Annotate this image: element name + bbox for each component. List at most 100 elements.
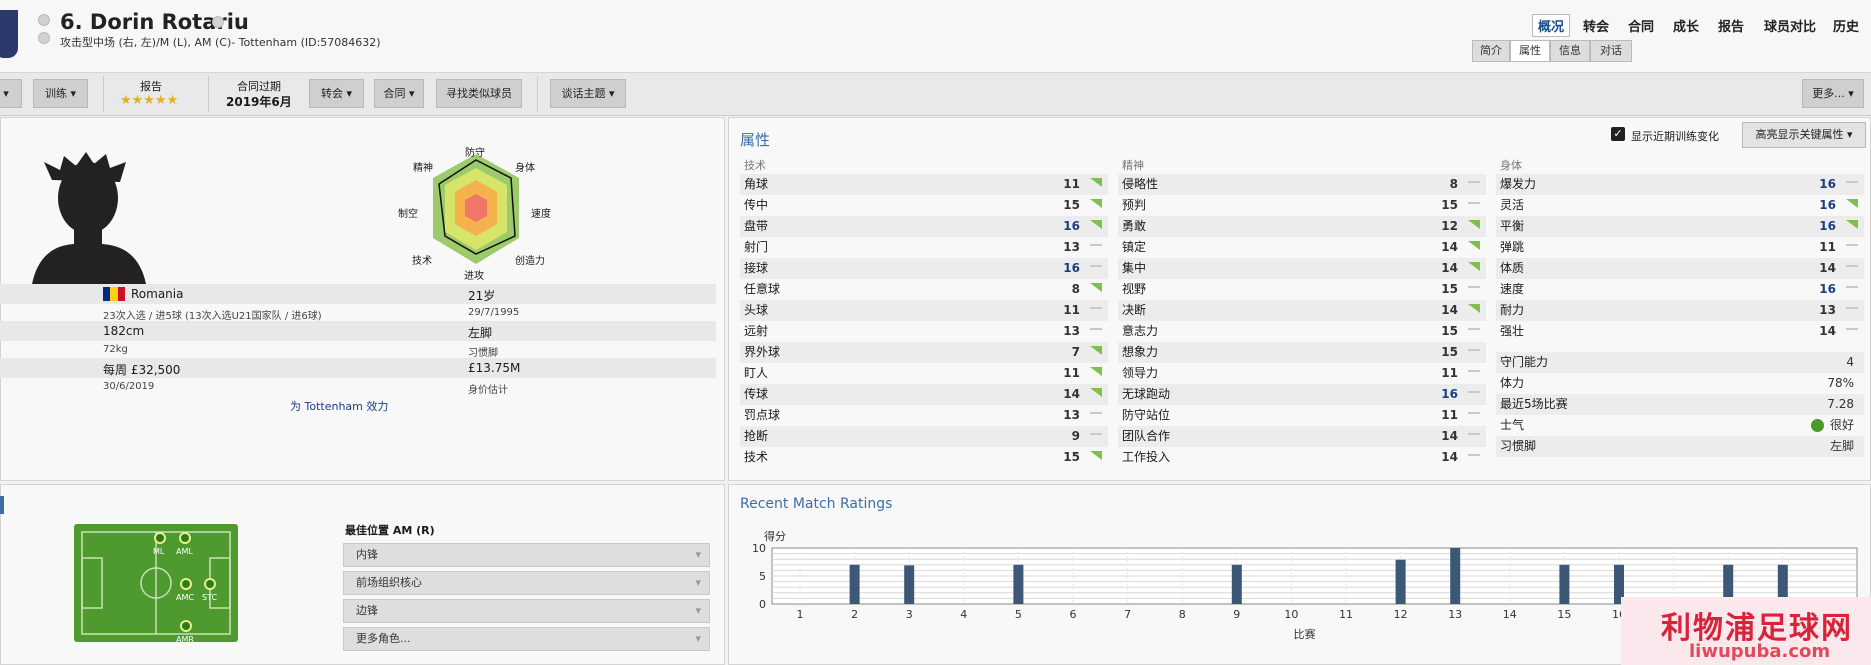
mental-attr-name: 侵略性 [1122,177,1159,191]
show-training-label: 显示近期训练变化 [1631,130,1719,143]
info-icon[interactable] [38,32,50,44]
nav-report[interactable]: 报告 [1718,16,1744,35]
mental-attr-value: 14 [1441,240,1458,254]
subtab-info[interactable]: 信息 [1550,40,1590,62]
mental-attr-value: 15 [1441,198,1458,212]
market-value-label: 身价估计 [468,385,508,396]
chart-y-tick: 0 [759,598,766,611]
chart-x-tick: 4 [960,608,967,621]
technical-attr-row[interactable]: 盯人 11 [740,363,1108,384]
technical-attr-name: 传球 [744,387,769,401]
role-dropdown-3[interactable]: 边锋 ▾ [343,599,710,623]
physical-attr-value: 16 [1819,198,1836,212]
technical-attr-name: 射门 [744,240,769,254]
mental-attr-row[interactable]: 工作投入 14 [1118,447,1486,468]
technical-attr-row[interactable]: 接球 16 [740,258,1108,279]
physical-attr-row[interactable]: 强壮 14 [1496,321,1864,342]
physical-attr-row[interactable]: 体质 14 [1496,258,1864,279]
physical-attr-row[interactable]: 耐力 13 [1496,300,1864,321]
watermark-logo: 利物浦足球网 liwupuba.com [1621,597,1871,665]
technical-attr-row[interactable]: 任意球 8 [740,279,1108,300]
favourite-icon[interactable] [38,14,50,26]
technical-attr-row[interactable]: 盘带 16 [740,216,1108,237]
nav-compare[interactable]: 球员对比 [1764,16,1816,35]
technical-attr-row[interactable]: 远射 13 [740,321,1108,342]
transfer-button[interactable]: 转会 ▾ [309,79,364,108]
mental-attr-row[interactable]: 侵略性 8 [1118,174,1486,195]
mental-attr-row[interactable]: 决断 14 [1118,300,1486,321]
trend-flat-icon [1846,244,1858,246]
physical-attr-row[interactable]: 爆发力 16 [1496,174,1864,195]
technical-attr-row[interactable]: 罚点球 13 [740,405,1108,426]
physical-attr-row[interactable]: 灵活 16 [1496,195,1864,216]
nav-transfer[interactable]: 转会 [1583,16,1609,35]
mental-attr-row[interactable]: 勇敢 12 [1118,216,1486,237]
club-crest-icon [0,10,18,58]
mental-attr-row[interactable]: 视野 15 [1118,279,1486,300]
technical-attr-row[interactable]: 头球 11 [740,300,1108,321]
cut-off-button[interactable]: ▾ [0,79,22,108]
more-button[interactable]: 更多... ▾ [1802,79,1864,108]
position-dot-amr [180,620,192,632]
technical-attr-row[interactable]: 角球 11 [740,174,1108,195]
physical-attr-row[interactable]: 弹跳 11 [1496,237,1864,258]
mental-attr-row[interactable]: 预判 15 [1118,195,1486,216]
subtab-attributes[interactable]: 属性 [1510,40,1550,62]
chart-x-tick: 2 [851,608,858,621]
nav-contract[interactable]: 合同 [1628,16,1654,35]
technical-attr-row[interactable]: 射门 13 [740,237,1108,258]
technical-attr-row[interactable]: 抢断 9 [740,426,1108,447]
radar-creativity-label: 创造力 [515,256,545,267]
trend-flat-icon [1846,307,1858,309]
training-button[interactable]: 训练 ▾ [33,79,88,108]
extra-info-row: 守门能力 4 [1496,352,1864,373]
nav-overview[interactable]: 概况 [1532,14,1571,37]
trend-up-icon [1090,199,1102,208]
contract-expiry-label: 合同过期 [237,80,281,93]
technical-attr-row[interactable]: 传中 15 [740,195,1108,216]
mental-attr-value: 11 [1441,366,1458,380]
mental-attr-row[interactable]: 集中 14 [1118,258,1486,279]
mental-attr-row[interactable]: 领导力 11 [1118,363,1486,384]
mental-attr-row[interactable]: 镇定 14 [1118,237,1486,258]
extra-info-name: 最近5场比赛 [1500,397,1568,411]
technical-attr-value: 9 [1071,429,1080,443]
mental-attr-row[interactable]: 防守站位 11 [1118,405,1486,426]
trend-flat-icon [1090,307,1102,309]
market-value: £13.75M [468,361,521,375]
contract-expiry-value: 2019年6月 [226,95,292,109]
technical-attr-row[interactable]: 传球 14 [740,384,1108,405]
mental-attr-name: 意志力 [1122,324,1159,338]
mental-attr-row[interactable]: 想象力 15 [1118,342,1486,363]
edit-name-icon[interactable] [212,16,224,28]
subtab-conversations[interactable]: 对话 [1590,40,1632,62]
plays-for-link[interactable]: 为 Tottenham 效力 [290,398,388,414]
technical-attr-row[interactable]: 界外球 7 [740,342,1108,363]
trend-up-icon [1090,178,1102,187]
mental-attr-row[interactable]: 意志力 15 [1118,321,1486,342]
find-similar-button[interactable]: 寻找类似球员 [436,79,522,108]
more-roles-dropdown[interactable]: 更多角色... ▾ [343,627,710,651]
radar-defense-label: 防守 [465,148,485,159]
contract-button[interactable]: 合同 ▾ [374,79,424,108]
physical-attr-value: 11 [1819,240,1836,254]
extra-info-name: 士气 [1500,418,1525,432]
role-dropdown-2[interactable]: 前场组织核心 ▾ [343,571,710,595]
highlight-key-attributes-button[interactable]: 高亮显示关键属性 ▾ [1742,122,1866,148]
nav-development[interactable]: 成长 [1673,16,1699,35]
physical-attr-row[interactable]: 速度 16 [1496,279,1864,300]
technical-attr-row[interactable]: 技术 15 [740,447,1108,468]
subtab-profile[interactable]: 简介 [1472,40,1510,62]
role-dropdown-1[interactable]: 内锋 ▾ [343,543,710,567]
show-training-checkbox[interactable]: ✓ [1611,127,1625,141]
nav-history[interactable]: 历史 [1833,16,1859,35]
trend-flat-icon [1468,349,1480,351]
position-dot-ml [154,532,166,544]
physical-attr-row[interactable]: 平衡 16 [1496,216,1864,237]
chart-x-tick: 12 [1394,608,1408,621]
mental-attr-row[interactable]: 无球跑动 16 [1118,384,1486,405]
trend-flat-icon [1468,412,1480,414]
talk-button[interactable]: 谈话主题 ▾ [550,79,626,108]
preferred-foot: 左脚 [468,326,493,340]
mental-attr-row[interactable]: 团队合作 14 [1118,426,1486,447]
